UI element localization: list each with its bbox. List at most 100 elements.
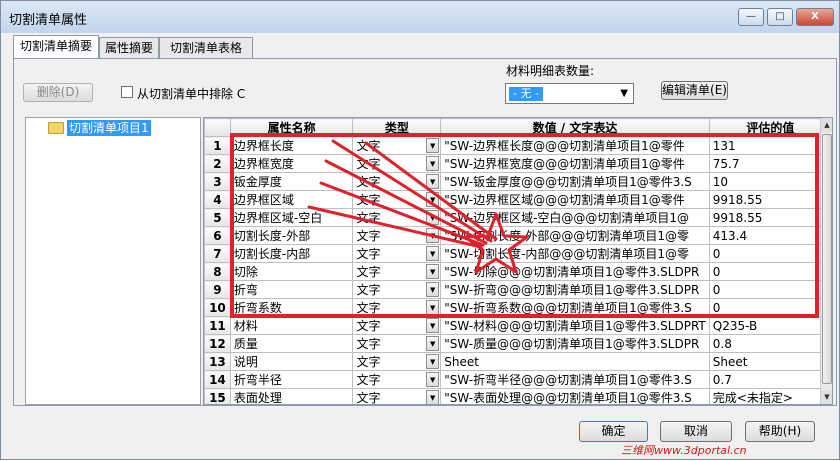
type-cell[interactable]: 文字 ▼ [352, 298, 442, 317]
table-row[interactable]: 8 切除 文字 ▼ "SW-切除@@@切割清单项目1@零件3.SLDPR 0 [204, 262, 832, 281]
edit-list-button[interactable]: 编辑清单(E) [661, 81, 728, 100]
col-header-evaluated-value[interactable]: 评估的值 [708, 118, 832, 137]
value-expression-cell[interactable]: Sheet [440, 352, 710, 371]
value-expression-cell[interactable]: "SW-切割长度-外部@@@切割清单项目1@零 [440, 226, 710, 245]
table-row[interactable]: 9 折弯 文字 ▼ "SW-折弯@@@切割清单项目1@零件3.SLDPR 0 [204, 280, 832, 299]
dropdown-arrow-icon[interactable]: ▼ [426, 372, 440, 387]
evaluated-value-cell[interactable]: 9918.55 [708, 190, 832, 209]
evaluated-value-cell[interactable]: 131 [708, 136, 832, 155]
table-row[interactable]: 5 边界框区域-空白 文字 ▼ "SW-边界框区域-空白@@@切割清单项目1@ 9918.… [204, 208, 832, 227]
dropdown-arrow-icon[interactable]: ▼ [426, 228, 440, 243]
dropdown-arrow-icon[interactable]: ▼ [426, 138, 440, 153]
table-row[interactable]: 7 切割长度-内部 文字 ▼ "SW-切割长度-内部@@@切割清单项目1@零 0 [204, 244, 832, 263]
dropdown-arrow-icon[interactable]: ▼ [426, 300, 440, 315]
type-cell[interactable]: 文字 ▼ [352, 316, 442, 335]
dropdown-arrow-icon[interactable]: ▼ [426, 354, 440, 369]
type-cell[interactable]: 文字 ▼ [352, 208, 442, 227]
table-row[interactable]: 2 边界框宽度 文字 ▼ "SW-边界框宽度@@@切割清单项目1@零件 75.7 [204, 154, 832, 173]
value-expression-cell[interactable]: "SW-材料@@@切割清单项目1@零件3.SLDPRT [440, 316, 710, 335]
property-name-cell[interactable]: 边界框区域-空白 [229, 208, 354, 227]
maximize-button[interactable]: □ [767, 8, 793, 26]
property-name-cell[interactable]: 表面处理 [229, 388, 354, 404]
evaluated-value-cell[interactable]: 9918.55 [708, 208, 832, 227]
evaluated-value-cell[interactable]: 0 [708, 262, 832, 281]
scroll-down-icon[interactable]: ▼ [821, 390, 832, 404]
type-cell[interactable]: 文字 ▼ [352, 370, 442, 389]
dropdown-arrow-icon[interactable]: ▼ [426, 174, 440, 189]
property-name-cell[interactable]: 折弯半径 [229, 370, 354, 389]
dropdown-arrow-icon[interactable]: ▼ [426, 192, 440, 207]
dropdown-arrow-icon[interactable]: ▼ [426, 246, 440, 261]
type-cell[interactable]: 文字 ▼ [352, 334, 442, 353]
value-expression-cell[interactable]: "SW-钣金厚度@@@切割清单项目1@零件3.S [440, 172, 710, 191]
type-cell[interactable]: 文字 ▼ [352, 352, 442, 371]
evaluated-value-cell[interactable]: Q235-B [708, 316, 832, 335]
ok-button[interactable]: 确定 [579, 421, 648, 442]
property-name-cell[interactable]: 切除 [229, 262, 354, 281]
type-cell[interactable]: 文字 ▼ [352, 226, 442, 245]
table-row[interactable]: 12 质量 文字 ▼ "SW-质量@@@切割清单项目1@零件3.SLDPR 0.8 [204, 334, 832, 353]
evaluated-value-cell[interactable]: 0 [708, 298, 832, 317]
tab-cutlist-table[interactable]: 切割清单表格 [159, 37, 253, 59]
type-cell[interactable]: 文字 ▼ [352, 244, 442, 263]
type-cell[interactable]: 文字 ▼ [352, 154, 442, 173]
minimize-button[interactable]: — [738, 8, 764, 26]
type-cell[interactable]: 文字 ▼ [352, 172, 442, 191]
col-header-property-name[interactable]: 属性名称 [229, 118, 354, 137]
property-name-cell[interactable]: 质量 [229, 334, 354, 353]
value-expression-cell[interactable]: "SW-边界框长度@@@切割清单项目1@零件 [440, 136, 710, 155]
cancel-button[interactable]: 取消 [660, 421, 732, 442]
type-cell[interactable]: 文字 ▼ [352, 190, 442, 209]
property-name-cell[interactable]: 材料 [229, 316, 354, 335]
type-cell[interactable]: 文字 ▼ [352, 136, 442, 155]
evaluated-value-cell[interactable]: 0.7 [708, 370, 832, 389]
type-cell[interactable]: 文字 ▼ [352, 388, 442, 404]
property-name-cell[interactable]: 边界框宽度 [229, 154, 354, 173]
property-name-cell[interactable]: 边界框区域 [229, 190, 354, 209]
property-name-cell[interactable]: 边界框长度 [229, 136, 354, 155]
dropdown-arrow-icon[interactable]: ▼ [426, 282, 440, 297]
value-expression-cell[interactable]: "SW-切除@@@切割清单项目1@零件3.SLDPR [440, 262, 710, 281]
table-row[interactable]: 13 说明 文字 ▼ Sheet Sheet [204, 352, 832, 371]
value-expression-cell[interactable]: "SW-表面处理@@@切割清单项目1@零件3.S [440, 388, 710, 404]
property-name-cell[interactable]: 切割长度-内部 [229, 244, 354, 263]
type-cell[interactable]: 文字 ▼ [352, 280, 442, 299]
dropdown-arrow-icon[interactable]: ▼ [426, 318, 440, 333]
property-name-cell[interactable]: 说明 [229, 352, 354, 371]
table-row[interactable]: 4 边界框区域 文字 ▼ "SW-边界框区域@@@切割清单项目1@零件 9918.55 [204, 190, 832, 209]
dropdown-arrow-icon[interactable]: ▼ [426, 156, 440, 171]
dropdown-arrow-icon[interactable]: ▼ [426, 336, 440, 351]
table-row[interactable]: 15 表面处理 文字 ▼ "SW-表面处理@@@切割清单项目1@零件3.S 完成<未指定> [204, 388, 832, 404]
help-button[interactable]: 帮助(H) [745, 421, 815, 442]
evaluated-value-cell[interactable]: 10 [708, 172, 832, 191]
bom-quantity-select[interactable]: - 无 - ▼ [505, 83, 634, 104]
evaluated-value-cell[interactable]: 完成<未指定> [708, 388, 832, 404]
value-expression-cell[interactable]: "SW-切割长度-内部@@@切割清单项目1@零 [440, 244, 710, 263]
col-header-value-expression[interactable]: 数值 / 文字表达 [440, 118, 710, 137]
table-row[interactable]: 1 边界框长度 文字 ▼ "SW-边界框长度@@@切割清单项目1@零件 131 [204, 136, 832, 155]
property-name-cell[interactable]: 折弯 [229, 280, 354, 299]
table-row[interactable]: 14 折弯半径 文字 ▼ "SW-折弯半径@@@切割清单项目1@零件3.S 0.7 [204, 370, 832, 389]
tab-cutlist-summary[interactable]: 切割清单摘要 [13, 35, 99, 59]
vertical-scrollbar[interactable]: ▲ ▼ [820, 118, 832, 404]
table-row[interactable]: 11 材料 文字 ▼ "SW-材料@@@切割清单项目1@零件3.SLDPRT Q235-B [204, 316, 832, 335]
value-expression-cell[interactable]: "SW-折弯系数@@@切割清单项目1@零件3.S [440, 298, 710, 317]
value-expression-cell[interactable]: "SW-边界框区域@@@切割清单项目1@零件 [440, 190, 710, 209]
property-name-cell[interactable]: 折弯系数 [229, 298, 354, 317]
table-row[interactable]: 3 钣金厚度 文字 ▼ "SW-钣金厚度@@@切割清单项目1@零件3.S 10 [204, 172, 832, 191]
value-expression-cell[interactable]: "SW-质量@@@切割清单项目1@零件3.SLDPR [440, 334, 710, 353]
value-expression-cell[interactable]: "SW-折弯@@@切割清单项目1@零件3.SLDPR [440, 280, 710, 299]
value-expression-cell[interactable]: "SW-折弯半径@@@切割清单项目1@零件3.S [440, 370, 710, 389]
property-name-cell[interactable]: 切割长度-外部 [229, 226, 354, 245]
value-expression-cell[interactable]: "SW-边界框区域-空白@@@切割清单项目1@ [440, 208, 710, 227]
evaluated-value-cell[interactable]: 75.7 [708, 154, 832, 173]
value-expression-cell[interactable]: "SW-边界框宽度@@@切割清单项目1@零件 [440, 154, 710, 173]
evaluated-value-cell[interactable]: 0 [708, 244, 832, 263]
evaluated-value-cell[interactable]: Sheet [708, 352, 832, 371]
table-row[interactable]: 6 切割长度-外部 文字 ▼ "SW-切割长度-外部@@@切割清单项目1@零 413.4 [204, 226, 832, 245]
tab-property-summary[interactable]: 属性摘要 [99, 37, 159, 59]
dropdown-arrow-icon[interactable]: ▼ [426, 210, 440, 225]
delete-button[interactable]: 删除(D) [23, 83, 93, 102]
property-name-cell[interactable]: 钣金厚度 [229, 172, 354, 191]
col-header-type[interactable]: 类型 [352, 118, 442, 137]
